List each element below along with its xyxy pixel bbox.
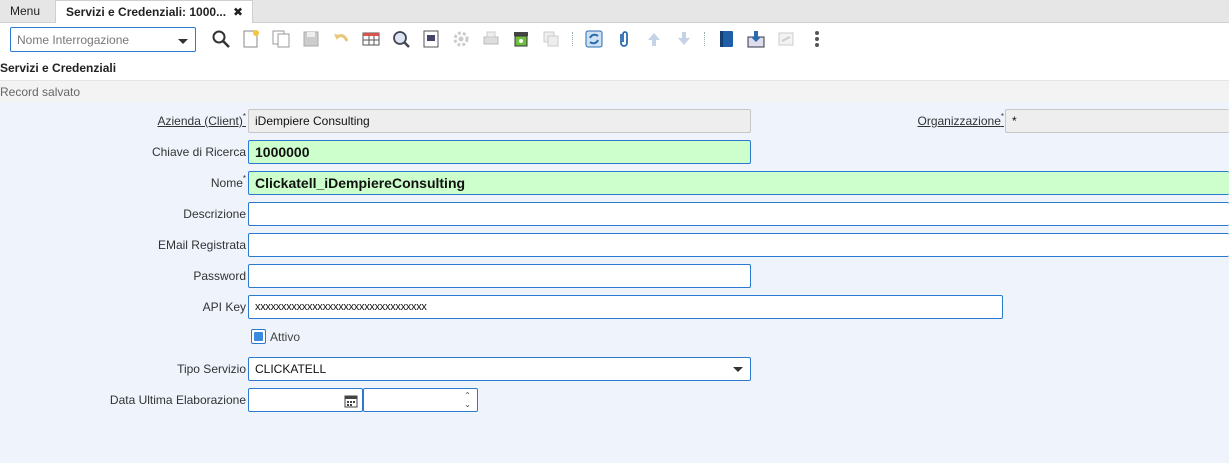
status-bar: Record salvato bbox=[0, 80, 1229, 102]
last-run-label: Data Ultima Elaborazione bbox=[109, 393, 246, 407]
api-key-field[interactable]: xxxxxxxxxxxxxxxxxxxxxxxxxxxxxxxxx bbox=[248, 295, 1003, 319]
last-run-time-field[interactable]: ⌃ ⌄ bbox=[363, 388, 478, 412]
chevron-down-icon[interactable] bbox=[733, 367, 743, 372]
password-field[interactable] bbox=[248, 264, 751, 288]
description-label: Descrizione bbox=[183, 207, 246, 221]
grid-toggle-icon[interactable] bbox=[360, 28, 382, 50]
detail-icon[interactable] bbox=[715, 28, 737, 50]
email-label: EMail Registrata bbox=[157, 238, 246, 252]
tab-menu[interactable]: Menu bbox=[0, 0, 50, 23]
tab-servizi-credenziali[interactable]: Servizi e Credenziali: 1000... ✖ bbox=[55, 0, 253, 23]
name-field[interactable]: Clickatell_iDempiereConsulting bbox=[248, 171, 1229, 195]
email-field[interactable] bbox=[248, 233, 1229, 257]
tab-bar: Menu Servizi e Credenziali: 1000... ✖ bbox=[0, 0, 1229, 23]
query-placeholder: Nome Interrogazione bbox=[17, 33, 130, 47]
chevron-down-icon[interactable] bbox=[178, 39, 188, 44]
client-field: iDempiere Consulting bbox=[248, 109, 751, 133]
tab-title: Servizi e Credenziali: 1000... bbox=[66, 5, 227, 19]
organization-label[interactable]: Organizzazione* bbox=[917, 112, 1004, 128]
page-title: Servizi e Credenziali bbox=[0, 61, 117, 75]
customize-icon[interactable] bbox=[775, 28, 797, 50]
service-type-label: Tipo Servizio bbox=[177, 362, 246, 376]
toolbar: Nome Interrogazione bbox=[0, 23, 1229, 57]
description-field[interactable] bbox=[248, 202, 1229, 226]
close-icon[interactable]: ✖ bbox=[233, 1, 243, 24]
export-icon[interactable] bbox=[745, 28, 767, 50]
search-key-field[interactable]: 1000000 bbox=[248, 140, 751, 164]
previous-record-icon[interactable] bbox=[643, 28, 665, 50]
client-label[interactable]: Azienda (Client)* bbox=[158, 112, 247, 128]
service-type-value: CLICKATELL bbox=[255, 362, 327, 376]
status-message: Record salvato bbox=[0, 85, 81, 99]
zoom-icon[interactable] bbox=[390, 28, 412, 50]
process-icon[interactable] bbox=[450, 28, 472, 50]
find-icon[interactable] bbox=[210, 28, 232, 50]
print-icon[interactable] bbox=[480, 28, 502, 50]
name-label: Nome* bbox=[210, 174, 246, 190]
api-key-label: API Key bbox=[202, 300, 246, 314]
archive-icon[interactable] bbox=[510, 28, 532, 50]
calendar-icon[interactable] bbox=[344, 393, 358, 411]
time-spinner-icon[interactable]: ⌃ ⌄ bbox=[464, 391, 471, 409]
report-icon[interactable] bbox=[420, 28, 442, 50]
new-record-icon[interactable] bbox=[240, 28, 262, 50]
organization-field: * bbox=[1005, 109, 1229, 133]
next-record-icon[interactable] bbox=[673, 28, 695, 50]
query-select[interactable]: Nome Interrogazione bbox=[10, 27, 196, 52]
last-run-date-field[interactable] bbox=[248, 388, 363, 412]
toolbar-separator bbox=[572, 32, 573, 46]
password-label: Password bbox=[193, 269, 246, 283]
copy-record-icon[interactable] bbox=[270, 28, 292, 50]
undo-icon[interactable] bbox=[330, 28, 352, 50]
search-key-label: Chiave di Ricerca bbox=[151, 145, 246, 159]
more-icon[interactable] bbox=[806, 28, 828, 50]
attachment-icon[interactable] bbox=[613, 28, 635, 50]
service-type-select[interactable]: CLICKATELL bbox=[248, 357, 751, 381]
refresh-icon[interactable] bbox=[583, 28, 605, 50]
toolbar-separator bbox=[704, 32, 705, 46]
delete-icon[interactable] bbox=[540, 28, 562, 50]
active-label[interactable]: Attivo bbox=[270, 330, 300, 344]
active-checkbox[interactable] bbox=[251, 329, 266, 344]
save-icon[interactable] bbox=[300, 28, 322, 50]
